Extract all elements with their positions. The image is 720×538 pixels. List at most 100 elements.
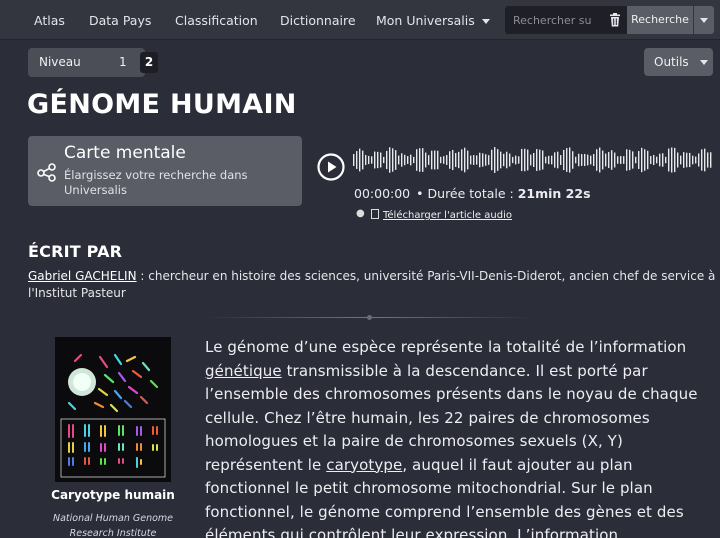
waveform-bar — [449, 151, 451, 169]
waveform-bar — [581, 154, 583, 166]
waveform-bar — [596, 149, 598, 171]
chevron-down-icon — [481, 19, 490, 24]
waveform-bar — [419, 148, 421, 172]
waveform-bar — [653, 154, 655, 166]
written-by-heading: ÉCRIT PAR — [28, 242, 123, 261]
waveform-bar — [482, 153, 484, 167]
chevron-down-icon — [700, 18, 708, 23]
play-icon[interactable] — [317, 153, 345, 181]
nav-mon-universalis[interactable]: Mon Universalis — [376, 13, 490, 28]
waveform-bar — [398, 155, 400, 165]
waveform-bar — [578, 153, 580, 167]
waveform-bar — [614, 152, 616, 168]
waveform-bar — [479, 152, 481, 168]
waveform-bar — [500, 151, 502, 169]
author-line: Gabriel GACHELIN : chercheur en histoire… — [28, 268, 718, 302]
waveform-bar — [551, 155, 553, 165]
trash-icon[interactable] — [609, 13, 621, 27]
nav-classification[interactable]: Classification — [175, 13, 258, 28]
waveform-bar — [548, 155, 550, 165]
waveform-bar — [380, 152, 382, 168]
link-genetique[interactable]: génétique — [205, 362, 282, 380]
search-input[interactable] — [505, 6, 603, 34]
waveform-bar — [365, 154, 367, 166]
waveform-bar — [524, 148, 526, 172]
waveform-bar — [650, 155, 652, 165]
bullet: ● — [356, 208, 365, 219]
author-link[interactable]: Gabriel GACHELIN — [28, 269, 137, 283]
waveform-bar — [494, 147, 496, 173]
waveform-bar — [557, 151, 559, 169]
top-navigation: Atlas Data Pays Classification Dictionna… — [0, 0, 720, 40]
waveform-bar — [395, 150, 397, 170]
nav-atlas[interactable]: Atlas — [34, 13, 65, 28]
mindmap-card[interactable]: Carte mentale Élargissez votre recherche… — [28, 136, 302, 206]
tools-label: Outils — [654, 55, 689, 69]
download-audio-label: Télécharger l'article audio — [383, 210, 512, 221]
waveform-bar — [362, 150, 364, 170]
audio-total-label: Durée totale : — [427, 186, 518, 201]
waveform-bar — [458, 151, 460, 169]
waveform-bar — [599, 147, 601, 173]
waveform-bar — [695, 156, 697, 164]
waveform-bar — [683, 152, 685, 168]
waveform-bar — [542, 150, 544, 170]
search-dropdown-button[interactable] — [694, 6, 714, 34]
waveform-bar — [485, 154, 487, 166]
nav-data-pays[interactable]: Data Pays — [89, 13, 151, 28]
audio-current-time: 00:00:00 — [354, 186, 411, 201]
dot-separator: • — [416, 186, 424, 201]
tools-button[interactable]: Outils — [644, 48, 713, 76]
waveform-bar — [431, 150, 433, 170]
waveform-bar — [701, 149, 703, 171]
waveform-bar — [623, 156, 625, 164]
waveform-bar — [512, 156, 514, 164]
audio-time-info: 00:00:00 • Durée totale : 21min 22s — [354, 186, 591, 201]
divider-dot — [367, 315, 372, 320]
waveform-bar — [353, 154, 355, 166]
nav-dictionnaire[interactable]: Dictionnaire — [280, 13, 356, 28]
karyotype-image[interactable] — [55, 337, 171, 482]
waveform-bar — [704, 148, 706, 172]
waveform-bar — [593, 154, 595, 166]
waveform-bar — [506, 151, 508, 169]
waveform-bar — [413, 156, 415, 164]
waveform-bar — [590, 155, 592, 165]
level-option-2[interactable]: 2 — [140, 52, 158, 73]
download-audio-link[interactable]: Télécharger l'article audio — [371, 209, 512, 221]
waveform-bar — [659, 153, 661, 167]
waveform-bar — [602, 150, 604, 170]
mindmap-title: Carte mentale — [64, 143, 186, 163]
article-text: Le génome d’une espèce représente la tot… — [205, 336, 715, 538]
waveform-bar — [686, 152, 688, 168]
level-option-1[interactable]: 1 — [119, 55, 127, 69]
waveform-bar — [530, 154, 532, 166]
waveform-bar — [470, 155, 472, 165]
level-label: Niveau — [39, 55, 81, 69]
waveform-bar — [698, 153, 700, 167]
waveform-bar — [644, 149, 646, 171]
link-caryotype[interactable]: caryotype — [326, 456, 402, 474]
search-button[interactable]: Recherche — [627, 6, 693, 34]
waveform-bar — [563, 149, 565, 171]
waveform-bar — [554, 152, 556, 168]
waveform-bar — [404, 154, 406, 166]
waveform-bar — [467, 150, 469, 170]
audio-waveform[interactable] — [352, 141, 714, 179]
waveform-bar — [545, 156, 547, 164]
waveform-bar — [515, 155, 517, 165]
waveform-bar — [410, 154, 412, 166]
waveform-bar — [527, 149, 529, 171]
waveform-bar — [647, 150, 649, 170]
waveform-bar — [437, 150, 439, 170]
waveform-bar — [677, 152, 679, 168]
waveform-bar — [662, 153, 664, 167]
waveform-bar — [533, 152, 535, 168]
waveform-bar — [422, 148, 424, 172]
waveform-bar — [626, 149, 628, 171]
waveform-bar — [386, 150, 388, 170]
waveform-bar — [443, 156, 445, 164]
audio-total-duration: 21min 22s — [517, 186, 591, 201]
waveform-bar — [452, 149, 454, 171]
waveform-bar — [434, 150, 436, 170]
